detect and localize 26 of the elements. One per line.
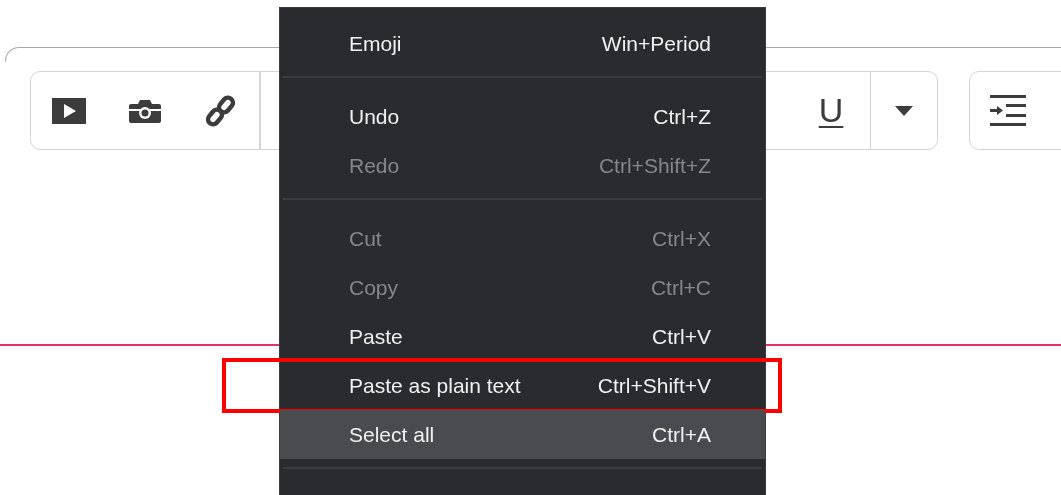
- link-icon: [204, 94, 238, 127]
- menu-item-label: Paste: [349, 324, 403, 349]
- menu-item-label: Undo: [349, 104, 400, 129]
- caret-icon: [895, 105, 913, 116]
- shortcut-label: Ctrl+A: [652, 422, 711, 447]
- shortcut-label: Win+Period: [601, 31, 711, 56]
- menu-item[interactable]: Paste Ctrl+V: [280, 312, 765, 361]
- menu-item[interactable]: Emoji Win+Period: [280, 19, 765, 68]
- shortcut-label: Ctrl+Z: [653, 104, 711, 129]
- menu-item[interactable]: Undo Ctrl+Z: [280, 92, 765, 141]
- menu-item-label: Cut: [349, 226, 382, 251]
- play-icon: [52, 97, 86, 124]
- indent-icon: [990, 94, 1026, 127]
- menu-item-label: Select all: [349, 422, 435, 447]
- shortcut-label: Ctrl+Shift+Z: [598, 153, 711, 178]
- underline-button[interactable]: U: [792, 72, 870, 149]
- shortcut-label: Ctrl+X: [652, 226, 711, 251]
- menu-item[interactable]: Select all Ctrl+A: [280, 410, 765, 459]
- menu-item[interactable]: Paste as plain text Ctrl+Shift+V: [280, 361, 765, 410]
- menu-item-label: Copy: [349, 275, 399, 300]
- menu-item-label: Redo: [349, 153, 400, 178]
- menu-item-label: Paste as plain text: [349, 373, 521, 398]
- shortcut-label: Ctrl+Shift+V: [597, 373, 711, 398]
- shortcut-label: Ctrl+C: [650, 275, 711, 300]
- shortcut-label: Ctrl+V: [652, 324, 711, 349]
- menu-item-label: Emoji: [349, 31, 402, 56]
